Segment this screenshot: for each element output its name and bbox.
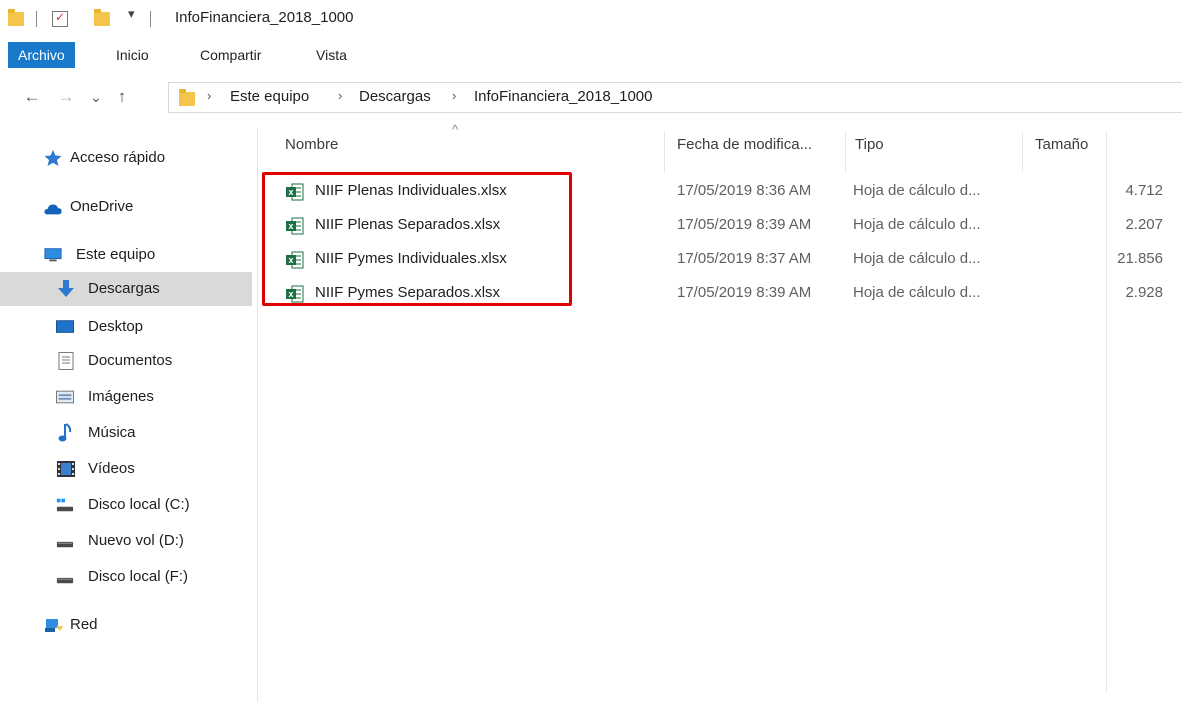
sidebar-item-label: Música — [88, 424, 136, 441]
network-icon — [45, 619, 63, 632]
tab-compartir[interactable]: Compartir — [186, 42, 275, 68]
window-title: InfoFinanciera_2018_1000 — [175, 9, 354, 26]
video-icon — [57, 461, 75, 477]
tab-archivo[interactable]: Archivo — [8, 42, 75, 68]
sidebar-item-disco-f[interactable]: Disco local (F:) — [0, 560, 252, 594]
column-header-tipo[interactable]: Tipo — [855, 136, 884, 153]
sidebar-item-label: Nuevo vol (D:) — [88, 532, 184, 549]
music-icon — [58, 423, 72, 442]
sidebar-item-desktop[interactable]: Desktop — [0, 310, 252, 344]
file-size: 4.712 — [1125, 182, 1163, 199]
breadcrumb-separator: › — [338, 88, 343, 103]
sidebar-item-label: Este equipo — [76, 246, 156, 263]
desktop-icon — [56, 320, 74, 333]
file-size: 21.856 — [1117, 250, 1163, 267]
image-icon — [56, 390, 74, 404]
file-size: 2.207 — [1125, 216, 1163, 233]
sidebar-item-label: Descargas — [88, 280, 160, 297]
sidebar-item-imagenes[interactable]: Imágenes — [0, 380, 252, 414]
file-date: 17/05/2019 8:36 AM — [677, 182, 812, 199]
drive-icon — [56, 541, 74, 548]
sidebar-item-este-equipo[interactable]: Este equipo — [0, 238, 252, 272]
address-row: ← → ⌄ ↑ › Este equipo › Descargas › Info… — [0, 80, 1182, 116]
sidebar-item-documentos[interactable]: Documentos — [0, 344, 252, 378]
sidebar-item-descargas[interactable]: Descargas — [0, 272, 252, 306]
sidebar-item-label: Disco local (C:) — [88, 496, 190, 513]
file-type: Hoja de cálculo d... — [853, 216, 981, 233]
sidebar-item-onedrive[interactable]: OneDrive — [0, 190, 252, 224]
title-bar: ✓ ▾ InfoFinanciera_2018_1000 — [0, 0, 1182, 38]
forward-button[interactable]: → — [56, 86, 76, 108]
ribbon-tabs: Archivo Inicio Compartir Vista — [0, 38, 1182, 72]
computer-icon — [44, 248, 62, 262]
tab-vista[interactable]: Vista — [302, 42, 361, 68]
sidebar-item-disco-c[interactable]: Disco local (C:) — [0, 488, 252, 522]
file-date: 17/05/2019 8:37 AM — [677, 250, 812, 267]
sidebar-item-red[interactable]: Red — [0, 608, 252, 642]
customize-dropdown-icon[interactable]: ▾ — [128, 6, 135, 22]
drive-icon — [56, 577, 74, 584]
breadcrumb-current-folder[interactable]: InfoFinanciera_2018_1000 — [474, 88, 652, 105]
sidebar-item-label: OneDrive — [70, 198, 134, 215]
breadcrumb-este-equipo[interactable]: Este equipo — [230, 88, 309, 105]
breadcrumb-separator: › — [452, 88, 457, 103]
tab-inicio[interactable]: Inicio — [102, 42, 163, 68]
cloud-icon — [44, 204, 62, 215]
drive-c-icon — [56, 498, 74, 512]
sidebar-item-nuevo-vol-d[interactable]: Nuevo vol (D:) — [0, 524, 252, 558]
column-header-nombre[interactable]: Nombre — [285, 136, 338, 153]
file-date: 17/05/2019 8:39 AM — [677, 284, 812, 301]
sidebar-item-label: Imágenes — [88, 388, 154, 405]
sidebar-item-label: Red — [70, 616, 98, 633]
divider — [150, 11, 151, 27]
new-folder-icon[interactable] — [94, 9, 110, 26]
sidebar-item-acceso-rapido[interactable]: Acceso rápido — [0, 141, 252, 175]
annotation-highlight-box — [262, 172, 572, 306]
sidebar-item-musica[interactable]: Música — [0, 416, 252, 450]
properties-icon[interactable]: ✓ — [52, 10, 68, 27]
column-divider[interactable] — [1022, 132, 1023, 172]
column-header-tamano[interactable]: Tamaño — [1035, 136, 1088, 153]
sidebar-item-label: Disco local (F:) — [88, 568, 189, 585]
file-type: Hoja de cálculo d... — [853, 250, 981, 267]
column-divider[interactable] — [664, 132, 665, 172]
sort-ascending-icon: ^ — [452, 122, 459, 137]
star-icon — [44, 150, 62, 166]
sidebar-item-label: Desktop — [88, 318, 144, 335]
document-icon — [58, 352, 74, 370]
divider — [36, 11, 37, 27]
breadcrumb-descargas[interactable]: Descargas — [359, 88, 431, 105]
file-type: Hoja de cálculo d... — [853, 284, 981, 301]
sidebar-item-label: Documentos — [88, 352, 173, 369]
file-date: 17/05/2019 8:39 AM — [677, 216, 812, 233]
file-size: 2.928 — [1125, 284, 1163, 301]
recent-locations-button[interactable]: ⌄ — [86, 86, 106, 108]
download-icon — [58, 280, 74, 297]
breadcrumb-separator: › — [207, 88, 212, 103]
navigation-pane: Acceso rápido OneDrive Este equipo Desca… — [0, 128, 258, 702]
folder-icon — [179, 89, 195, 106]
sidebar-item-label: Vídeos — [88, 460, 135, 477]
address-bar[interactable]: › Este equipo › Descargas › InfoFinancie… — [168, 82, 1182, 113]
back-button[interactable]: ← — [22, 86, 42, 108]
folder-icon — [8, 9, 24, 26]
sidebar-item-label: Acceso rápido — [70, 149, 166, 166]
up-button[interactable]: ↑ — [112, 86, 132, 108]
column-divider[interactable] — [845, 132, 846, 172]
file-type: Hoja de cálculo d... — [853, 182, 981, 199]
sidebar-item-videos[interactable]: Vídeos — [0, 452, 252, 486]
column-header-fecha[interactable]: Fecha de modifica... — [677, 136, 812, 153]
